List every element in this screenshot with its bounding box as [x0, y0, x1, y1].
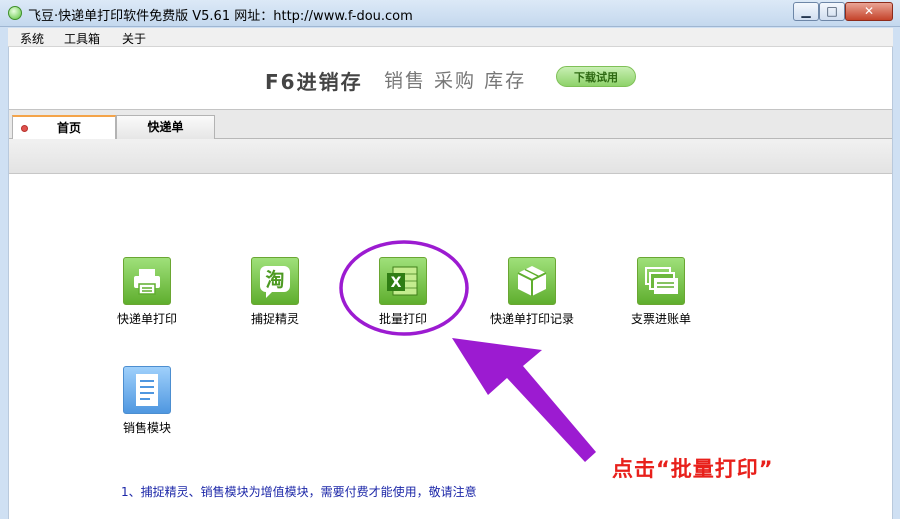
svg-text:X: X	[391, 275, 402, 291]
brand-name: F6进销存	[265, 70, 363, 94]
tile-sales-module[interactable]: 销售模块	[87, 366, 207, 436]
tab-close-dot-icon[interactable]	[21, 125, 28, 132]
tab-strip: 首页 快递单	[9, 109, 892, 141]
tile-express-print[interactable]: 快递单打印	[87, 257, 207, 327]
box-icon	[508, 257, 556, 305]
menu-about[interactable]: 关于	[122, 30, 146, 47]
client-area: F6进销存 销售 采购 库存 下载试用 首页 快递单 快递单打印 淘 捕捉精灵 …	[8, 47, 893, 519]
tile-cheque[interactable]: 支票进账单	[601, 257, 721, 327]
menu-bar: 系统 工具箱 关于	[8, 28, 893, 47]
tool-strip	[9, 139, 892, 174]
maximize-button[interactable]: □	[819, 2, 845, 21]
tile-print-records-label: 快递单打印记录	[489, 312, 574, 326]
tab-express[interactable]: 快递单	[116, 115, 215, 140]
minimize-button[interactable]: ▁	[793, 2, 819, 21]
tile-batch-print-label: 批量打印	[378, 312, 427, 326]
menu-toolbox[interactable]: 工具箱	[64, 30, 100, 47]
menu-system[interactable]: 系统	[20, 30, 44, 47]
tile-sales-module-label: 销售模块	[122, 421, 171, 435]
tab-express-label: 快递单	[147, 120, 184, 134]
tile-print-records[interactable]: 快递单打印记录	[472, 257, 592, 327]
ad-banner: F6进销存 销售 采购 库存 下载试用	[9, 47, 892, 109]
tile-capture-genie-label: 捕捉精灵	[250, 312, 299, 326]
notice-text: 1、捕捉精灵、销售模块为增值模块，需要付费才能使用，敬请注意	[121, 485, 477, 499]
tile-batch-print[interactable]: X 批量打印	[343, 257, 463, 327]
download-trial-button[interactable]: 下载试用	[556, 66, 636, 87]
printer-icon	[123, 257, 171, 305]
cheque-icon	[637, 257, 685, 305]
title-bar: 飞豆·快递单打印软件免费版 V5.61 网址：http://www.f-dou.…	[0, 0, 900, 27]
tile-cheque-label: 支票进账单	[630, 312, 691, 326]
window-title: 飞豆·快递单打印软件免费版 V5.61 网址：http://www.f-dou.…	[28, 9, 413, 24]
app-icon	[8, 6, 22, 20]
tab-home[interactable]: 首页	[12, 115, 116, 141]
excel-icon: X	[379, 257, 427, 305]
document-icon	[123, 366, 171, 414]
tab-home-label: 首页	[56, 121, 81, 135]
close-button[interactable]: ✕	[845, 2, 893, 21]
taobao-icon: 淘	[251, 257, 299, 305]
tile-capture-genie[interactable]: 淘 捕捉精灵	[215, 257, 335, 327]
brand-tagline: 销售 采购 库存	[384, 70, 527, 92]
annotation-text: 点击“批量打印”	[612, 457, 774, 481]
svg-text:淘: 淘	[265, 268, 284, 291]
tile-express-print-label: 快递单打印	[116, 312, 177, 326]
